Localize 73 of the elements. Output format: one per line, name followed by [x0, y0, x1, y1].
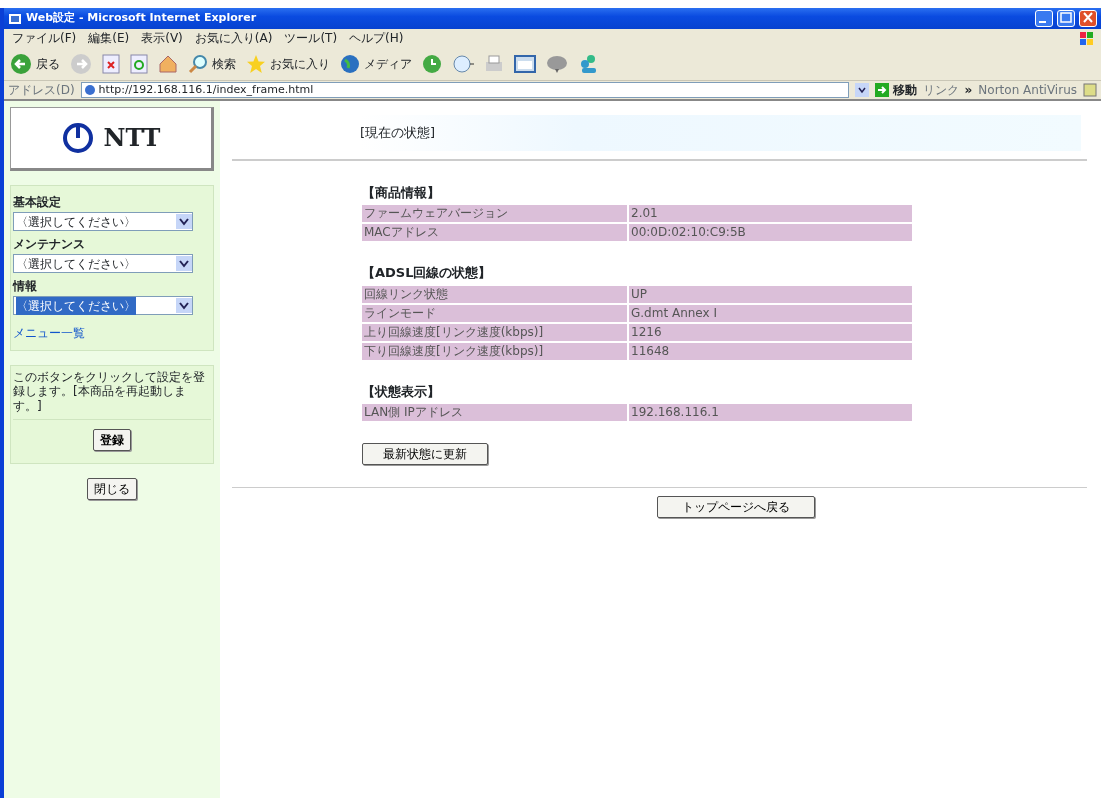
dropdown[interactable]: 〈選択してください〉 [13, 296, 193, 315]
maximize-button[interactable] [1057, 10, 1075, 27]
label-cell: LAN側 IPアドレス [362, 404, 627, 421]
go-button[interactable]: 移動 [874, 81, 917, 99]
back-button[interactable]: 戻る [10, 52, 60, 75]
label-cell: ラインモード [362, 304, 627, 322]
value-cell: 1216 [629, 323, 912, 341]
star-icon [246, 53, 266, 74]
links-label: リンク [922, 82, 959, 99]
people-icon[interactable] [578, 53, 598, 74]
close-button[interactable]: 閉じる [87, 478, 137, 501]
label-cell: 下り回線速度[リンク速度(kbps)] [362, 342, 627, 360]
label-cell: 回線リンク状態 [362, 285, 627, 303]
menu-label: メンテナンス [13, 236, 86, 253]
chat-bubble-icon[interactable] [546, 53, 568, 74]
media-button[interactable]: メディア [340, 53, 412, 74]
value-cell: UP [629, 285, 912, 303]
register-button[interactable]: 登録 [93, 429, 131, 452]
window-icon[interactable] [514, 54, 536, 73]
address-field[interactable]: http://192.168.116.1/index_frame.html [80, 82, 849, 98]
menu-label: 基本設定 [13, 194, 62, 211]
refresh-icon[interactable] [130, 53, 148, 74]
value-cell: G.dmt Annex I [629, 304, 912, 322]
value-cell: 11648 [629, 342, 912, 360]
caret-icon [179, 259, 189, 268]
menu-item[interactable]: 編集(E) [88, 29, 130, 47]
search-button[interactable]: 検索 [188, 53, 236, 74]
stop-icon[interactable] [102, 53, 120, 74]
menu-item[interactable]: 表示(V) [141, 29, 183, 47]
globe-icon [340, 53, 360, 74]
logo: NTT [10, 107, 214, 171]
addon-icon[interactable] [1083, 83, 1097, 97]
dropdown[interactable]: 〈選択してください〉 [13, 254, 193, 273]
value-cell: 192.168.116.1 [629, 404, 912, 421]
section-heading: 【ADSL回線の状態】 [362, 264, 493, 282]
caret-icon [179, 301, 189, 310]
browser-icon [8, 11, 22, 26]
chevron[interactable]: » [964, 81, 973, 99]
menu-label: 情報 [13, 278, 38, 295]
close-button[interactable] [1079, 10, 1097, 27]
windows-flag-icon [1079, 31, 1093, 45]
menu-item[interactable]: お気に入り(A) [194, 29, 273, 47]
history-icon[interactable] [422, 53, 442, 74]
label-cell: ファームウェアバージョン [362, 205, 627, 222]
minimize-button[interactable] [1035, 10, 1053, 27]
window-title: Web設定 - Microsoft Internet Explorer [26, 10, 258, 27]
search-icon [188, 53, 208, 74]
menu-item[interactable]: ヘルプ(H) [349, 29, 404, 47]
page-icon [83, 84, 96, 96]
value-cell: 2.01 [629, 205, 912, 222]
refresh-button[interactable]: 最新状態に更新 [362, 443, 488, 465]
close-icon [1080, 10, 1096, 25]
top-page-button[interactable]: トップページへ戻る [656, 496, 815, 518]
note-text: このボタンをクリックして設定を登録します。[本商品を再起動します。] [13, 370, 211, 421]
menu-link[interactable]: メニュー一覧 [13, 324, 211, 342]
section-heading: 【状態表示】 [362, 382, 441, 401]
printer-icon[interactable] [484, 53, 504, 74]
page-title: [現在の状態] [360, 115, 1081, 151]
value-cell: 00:0D:02:10:C9:5B [629, 224, 912, 241]
home-icon[interactable] [158, 53, 178, 74]
address-label: アドレス(D) [8, 82, 75, 99]
favorites-button[interactable]: お気に入り [246, 53, 330, 74]
minimize-icon [1039, 21, 1046, 23]
maximize-icon [1058, 10, 1074, 25]
dropdown[interactable]: 〈選択してください〉 [13, 212, 193, 231]
section-heading: 【商品情報】 [362, 183, 441, 202]
label-cell: MACアドレス [362, 224, 627, 241]
caret-icon [179, 217, 189, 226]
go-arrow-icon [874, 83, 889, 97]
menu-item[interactable]: ファイル(F) [12, 29, 77, 47]
label-cell: 上り回線速度[リンク速度(kbps)] [362, 323, 627, 341]
menu-item[interactable]: ツール(T) [284, 29, 338, 47]
toolbar-label: Norton AntiVirus [978, 82, 1077, 99]
